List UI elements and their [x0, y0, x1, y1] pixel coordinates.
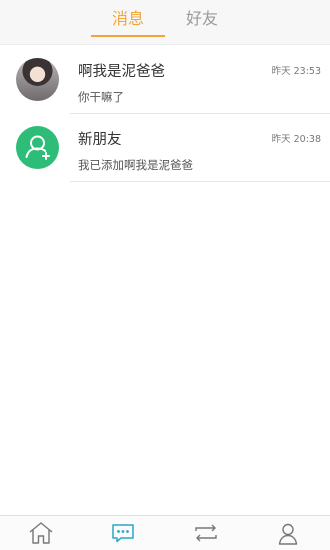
conversation-time: 昨天 23:53: [271, 66, 321, 77]
user-icon: [278, 523, 298, 545]
nav-messages[interactable]: [108, 520, 138, 546]
top-tab-bar: 消息 好友: [0, 0, 330, 45]
tab-friends-label: 好友: [185, 9, 218, 28]
conversation-last-message: 我已添加啊我是泥爸爸: [78, 158, 193, 172]
conversation-time: 昨天 20:38: [271, 134, 321, 145]
conversation-row[interactable]: 新朋友 昨天 20:38 我已添加啊我是泥爸爸: [0, 114, 330, 182]
conversation-list: 啊我是泥爸爸 昨天 23:53 你干嘛了 新朋友 昨天 20:38 我已添加啊我…: [0, 46, 330, 182]
bottom-navigation: [0, 515, 330, 550]
chat-icon: [112, 524, 134, 543]
new-friend-icon[interactable]: [16, 126, 59, 169]
home-icon: [29, 522, 53, 544]
tab-messages-label: 消息: [111, 9, 144, 28]
conversation-name: 新朋友: [78, 132, 122, 148]
nav-home[interactable]: [26, 520, 56, 546]
repeat-icon: [195, 524, 217, 542]
nav-switch[interactable]: [191, 520, 221, 546]
tab-friends[interactable]: 好友: [165, 8, 239, 38]
conversation-last-message: 你干嘛了: [78, 90, 124, 104]
conversation-row[interactable]: 啊我是泥爸爸 昨天 23:53 你干嘛了: [0, 46, 330, 114]
tab-messages[interactable]: 消息: [91, 8, 165, 38]
nav-profile[interactable]: [273, 520, 303, 546]
avatar[interactable]: [16, 58, 59, 101]
conversation-name: 啊我是泥爸爸: [78, 64, 165, 80]
row-divider: [70, 181, 330, 182]
active-tab-indicator: [91, 35, 165, 37]
